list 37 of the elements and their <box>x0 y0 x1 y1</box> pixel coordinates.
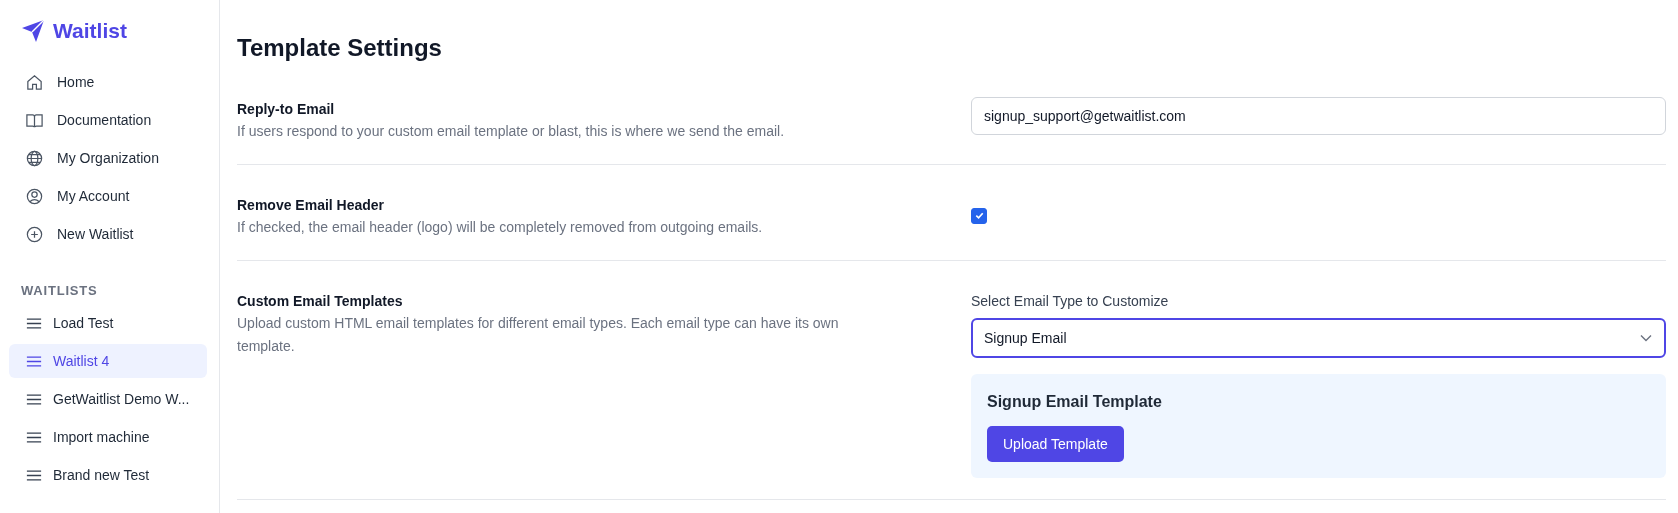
email-type-dropdown[interactable]: Signup Email <box>971 318 1666 358</box>
chevron-down-icon <box>1640 334 1652 342</box>
nav-item[interactable]: Home <box>9 63 207 101</box>
checkmark-icon <box>973 210 985 221</box>
menu-icon <box>26 469 42 481</box>
waitlist-item[interactable]: Load Test <box>9 306 207 340</box>
menu-icon <box>26 317 42 329</box>
globe-icon <box>25 148 44 168</box>
page-title: Template Settings <box>237 34 443 63</box>
nav-item[interactable]: Documentation <box>9 101 207 139</box>
nav-item[interactable]: New Waitlist <box>9 215 207 253</box>
section-heading: WAITLISTS <box>20 283 99 300</box>
waitlist-item[interactable]: Brand new Test <box>9 458 207 492</box>
setting-title: Custom Email Templates <box>237 293 404 309</box>
waitlist-item[interactable]: GetWaitlist Demo W... <box>9 382 207 416</box>
upload-template-button[interactable]: Upload Template <box>987 426 1124 462</box>
nav-item[interactable]: My Organization <box>9 139 207 177</box>
paper-plane-icon <box>21 19 45 43</box>
setting-title: Remove Email Header <box>237 197 386 213</box>
card-title: Signup Email Template <box>987 393 1163 411</box>
setting-title: Reply-to Email <box>237 101 336 117</box>
menu-icon <box>26 393 42 405</box>
brand-name[interactable]: Waitlist <box>53 19 127 43</box>
user-icon <box>25 186 44 206</box>
checkbox[interactable] <box>971 207 987 224</box>
plus-circle-icon <box>25 224 44 244</box>
menu-icon <box>26 355 42 367</box>
waitlist-item[interactable]: Waitlist 4 <box>9 344 207 378</box>
nav-item[interactable]: My Account <box>9 177 207 215</box>
field-label: Select Email Type to Customize <box>971 293 1170 309</box>
setting-description: If checked, the email header (logo) will be completely removed from outgoing emails. <box>237 218 764 237</box>
email-input-field[interactable]: signup_support@getwaitlist.com <box>971 97 1666 135</box>
home-icon <box>25 72 44 92</box>
setting-description: If users respond to your custom email template or blast, this is where we send the email. <box>237 122 786 141</box>
menu-icon <box>26 431 42 443</box>
waitlist-item[interactable]: Import machine <box>9 420 207 454</box>
setting-description: Upload custom HTML email templates for different email types. Each email type can have its own template. <box>237 314 840 356</box>
